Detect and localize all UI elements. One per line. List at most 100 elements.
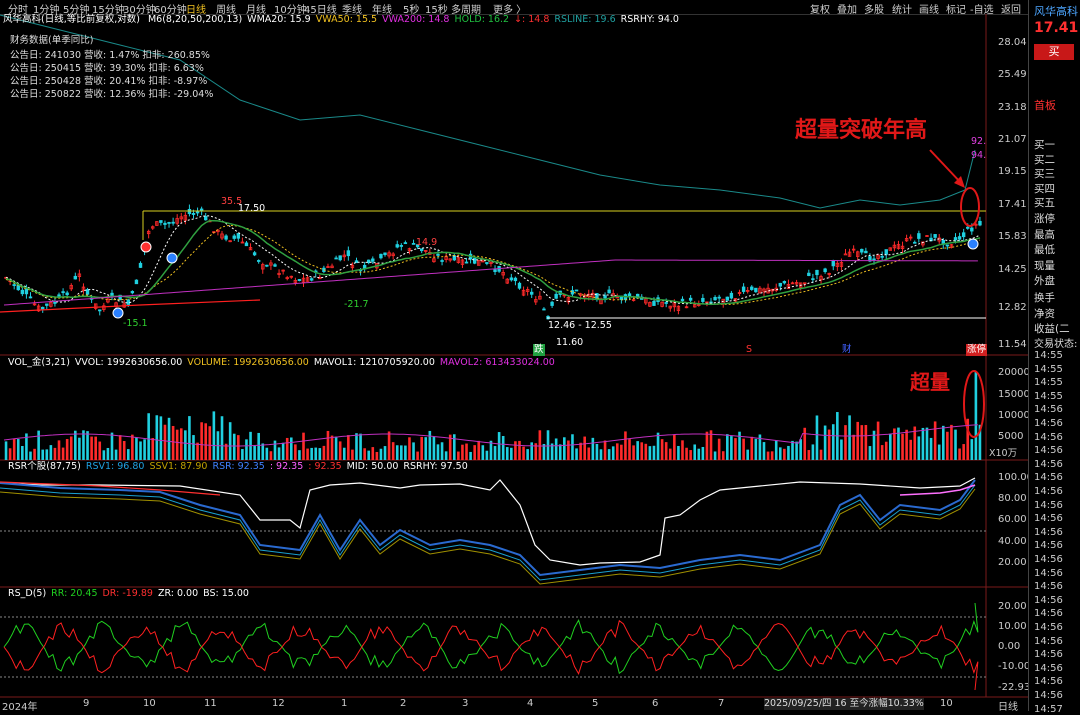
y-tick-label: -22.93 <box>998 682 1031 693</box>
chart-mark <box>309 278 314 281</box>
stock-title: 风华高科(日线,等比前复权,对数) <box>3 14 140 25</box>
volume-bar <box>481 445 485 460</box>
chart-mark <box>782 281 787 284</box>
volume-bar <box>135 437 138 460</box>
tick-time: 14:55 <box>1034 350 1063 361</box>
volume-bar <box>946 431 949 460</box>
chart-mark <box>85 289 90 295</box>
chart-mark <box>379 253 383 259</box>
signal-icon <box>140 241 152 253</box>
volume-bar <box>701 446 705 460</box>
volume-bar <box>159 416 163 460</box>
chart-mark <box>73 275 78 280</box>
indicator-value: RR: 20.45 <box>51 588 98 599</box>
volume-bar <box>314 447 318 460</box>
indicator-value: MID: 50.00 <box>346 461 399 472</box>
y-tick-label: 17.41 <box>998 199 1027 210</box>
chart-mark <box>688 297 693 301</box>
volume-bar <box>848 415 851 460</box>
volume-bar <box>57 440 61 460</box>
indicator-value: RSR个股(87,75) <box>8 461 81 472</box>
volume-bar <box>579 442 582 460</box>
volume-bar <box>363 448 366 460</box>
chart-mark <box>815 269 819 276</box>
order-level-label: 买一 <box>1034 139 1055 151</box>
chart-mark <box>252 252 257 256</box>
chart-mark <box>130 291 135 294</box>
volume-bar <box>220 416 224 460</box>
chart-mark <box>966 226 970 229</box>
tick-time: 14:55 <box>1034 377 1063 389</box>
volume-header: VOL_金(3,21) VVOL: 1992630656.00 VOLUME: 19… <box>3 357 555 369</box>
range-label: 12.46 - 12.55 <box>548 320 612 331</box>
finance-row: 公告日: 250415 营收: 39.30% 扣非: 6.63% <box>10 63 204 74</box>
volume-bar <box>428 430 432 460</box>
indicator-value: MAVOL1: 1210705920.00 <box>313 357 435 368</box>
volume-bar <box>937 444 941 460</box>
volume-bar <box>889 434 892 460</box>
volume-bar <box>212 411 216 460</box>
volume-bar <box>750 436 754 460</box>
buy-button[interactable]: 买 <box>1034 44 1074 60</box>
indicator-value: RSV1: 96.80 <box>85 461 145 472</box>
indicator-value: ZR: 0.00 <box>157 588 199 599</box>
volume-bar <box>457 451 460 460</box>
volume-bar <box>326 430 330 460</box>
chart-mark <box>464 261 469 264</box>
rsr-line <box>0 481 221 496</box>
indicator-value: RSLINE: 19.6 <box>554 14 616 25</box>
stock-chart-canvas[interactable] <box>0 0 1028 711</box>
chart-mark <box>701 297 705 302</box>
chart-mark <box>530 291 534 295</box>
chart-mark <box>65 292 69 296</box>
volume-bar <box>90 436 93 460</box>
chart-mark <box>652 300 656 306</box>
volume-bar <box>196 442 199 460</box>
volume-bar <box>746 449 749 460</box>
chart-mark <box>729 292 734 299</box>
cai-marker: 财 <box>842 344 852 355</box>
tick-time: 14:56 <box>1034 635 1063 647</box>
y-tick-label: 0.00 <box>998 641 1021 652</box>
tick-time: 14:56 <box>1034 594 1063 606</box>
volume-bar <box>905 429 908 460</box>
chart-mark <box>204 215 208 221</box>
volume-bar <box>897 427 900 460</box>
volume-bar <box>61 447 65 460</box>
volume-bar <box>171 425 175 460</box>
volume-bar <box>563 437 566 460</box>
volume-bar <box>285 437 289 460</box>
volume-bar <box>400 445 403 460</box>
y-tick-label: 20000 <box>998 367 1030 378</box>
volume-bar <box>774 440 778 460</box>
volume-bar <box>86 431 89 460</box>
volume-bar <box>677 445 680 460</box>
quote-field-label: 涨停 <box>1034 213 1055 225</box>
chart-mark <box>419 248 424 252</box>
chart-mark <box>383 252 387 256</box>
signal-icon <box>112 307 124 319</box>
volume-bar <box>151 438 155 460</box>
volume-bar <box>640 442 644 460</box>
indicator-value: RSRHY: 94.0 <box>620 14 679 25</box>
volume-bar <box>697 448 701 460</box>
y-tick-label: 28.04 <box>998 37 1027 48</box>
order-level-label: 买三 <box>1034 168 1055 180</box>
rsr-line <box>0 488 976 585</box>
volume-bar <box>41 449 45 460</box>
y-tick-label: 80.00 <box>998 493 1027 504</box>
chart-mark <box>550 301 554 306</box>
volume-bar <box>632 445 635 460</box>
zhangting-marker: 涨停 <box>966 344 988 356</box>
volume-bar <box>603 440 607 460</box>
tick-time: 14:56 <box>1034 458 1063 470</box>
indicator-value: VVOL: 1992630656.00 <box>74 357 183 368</box>
chart-mark <box>970 227 974 232</box>
volume-bar <box>880 445 884 460</box>
low-label: -21.7 <box>344 299 369 310</box>
volume-bar <box>652 445 656 460</box>
volume-bar <box>844 425 847 460</box>
indicator-value: : 92.35 <box>308 461 342 472</box>
chart-mark <box>843 253 848 256</box>
volume-bar <box>648 446 652 460</box>
